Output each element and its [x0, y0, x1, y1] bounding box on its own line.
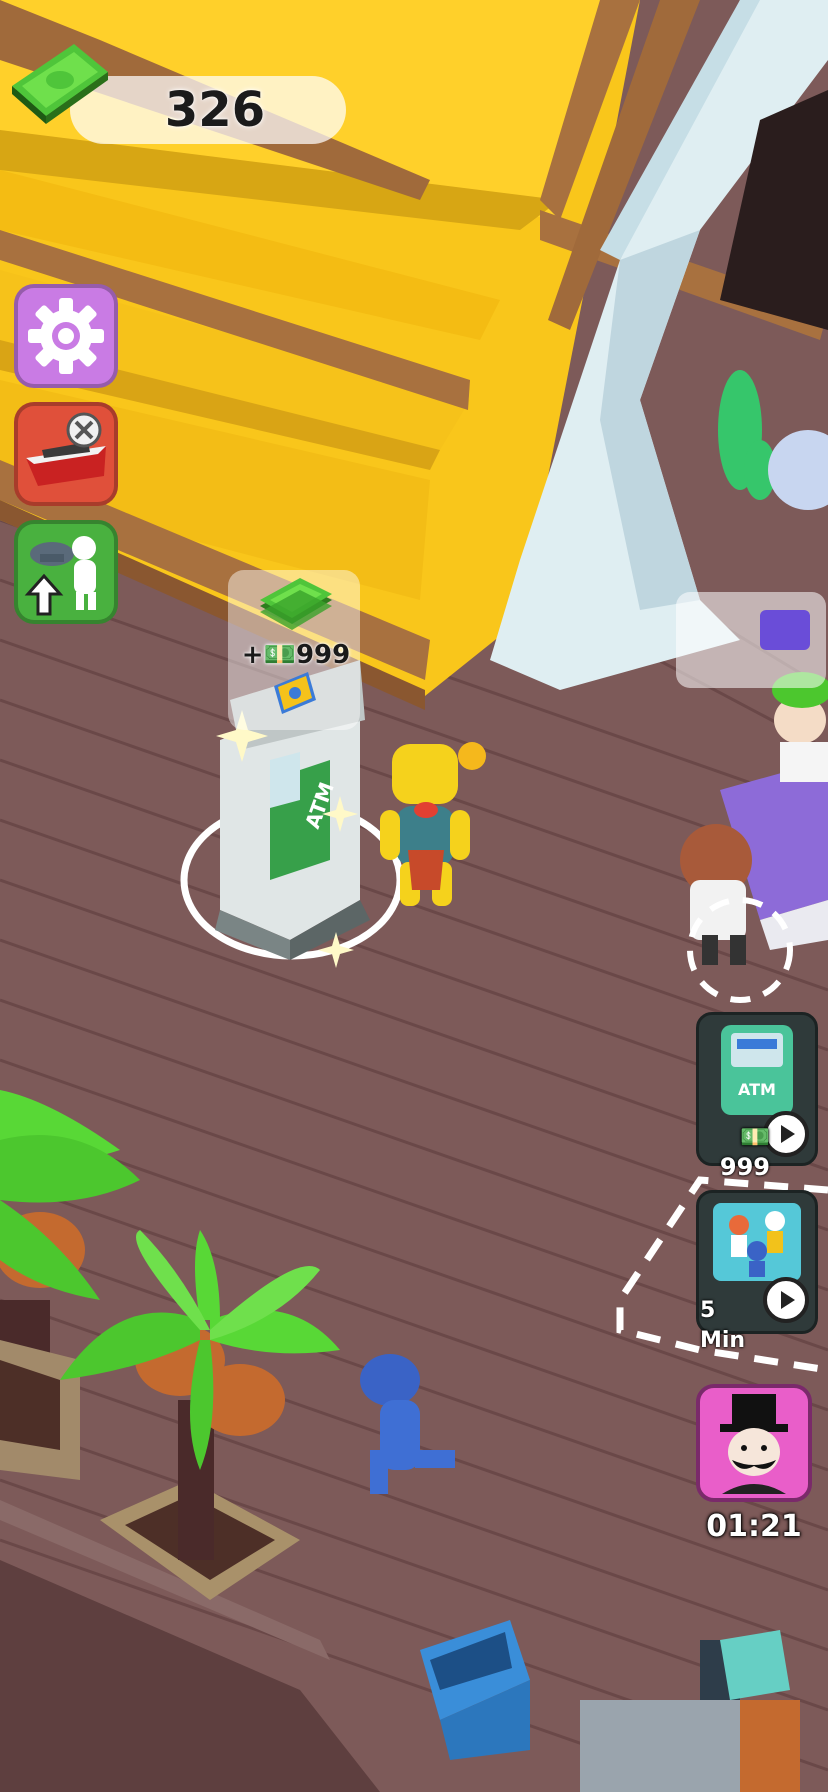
staff-upgrade-arrow-icon	[24, 536, 96, 616]
settings-button[interactable]	[14, 284, 118, 388]
svg-text:ATM: ATM	[738, 1080, 776, 1099]
speed-boost-label: 5 Min	[700, 1298, 746, 1353]
boat-utensils-icon	[26, 412, 106, 486]
cashier-character	[772, 672, 828, 782]
cash-stack-icon	[260, 578, 332, 630]
atm-offer-label: 💵999	[719, 1123, 770, 1181]
gear-icon	[28, 298, 104, 374]
top-hat-gentleman-icon	[720, 1394, 788, 1494]
cash-amount: 326	[164, 82, 266, 138]
vip-visitor-button[interactable]	[696, 1384, 812, 1502]
vip-visitor-timer: 01:21	[706, 1509, 802, 1544]
atm-reward-label: +💵999	[241, 640, 351, 670]
atm-machine-icon: ATM	[721, 1025, 793, 1115]
boat-shop-button[interactable]	[14, 402, 118, 506]
staff-upgrade-button[interactable]	[14, 520, 118, 624]
running-customers-icon	[713, 1203, 801, 1281]
atm-ticket-icon	[274, 672, 316, 714]
register-icon	[760, 610, 810, 650]
play-icon[interactable]	[763, 1277, 809, 1323]
